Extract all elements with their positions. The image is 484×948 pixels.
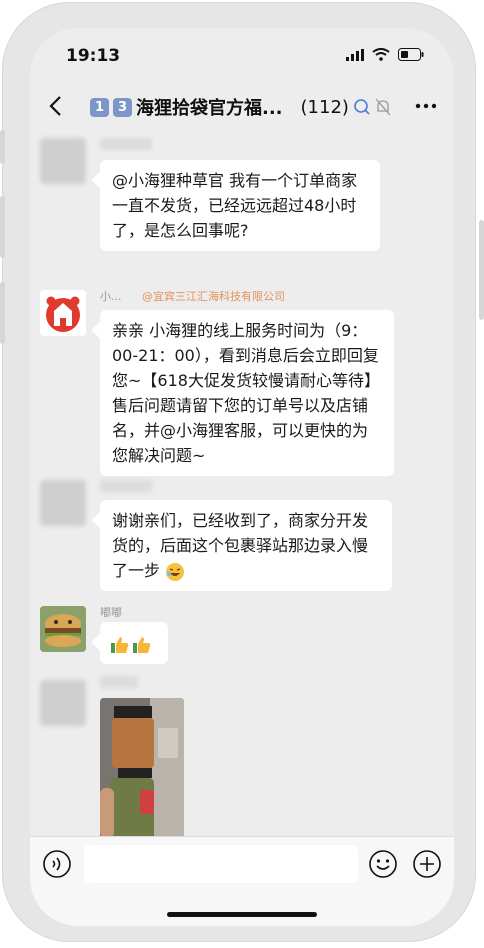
message-item: 嘟嘟: [30, 604, 454, 674]
avatar[interactable]: [40, 480, 86, 526]
signal-icon: [346, 48, 364, 61]
search-chat-icon: [354, 99, 370, 115]
side-button: [0, 196, 5, 258]
laughing-emoji-icon: [166, 562, 185, 581]
home-indicator[interactable]: [167, 912, 317, 917]
side-button: [479, 220, 484, 320]
battery-icon: [398, 48, 424, 61]
thumbs-up-icon: [111, 636, 129, 653]
back-icon[interactable]: [46, 94, 66, 118]
jar-photo-icon: [100, 698, 184, 850]
beaver-logo-icon: [40, 290, 86, 336]
sender-name: 嘟嘟: [100, 606, 122, 619]
message-bubble[interactable]: [100, 622, 168, 664]
burger-avatar-icon: [40, 606, 86, 652]
product-photo[interactable]: [100, 698, 184, 850]
message-input[interactable]: [84, 845, 358, 883]
status-icons: [346, 48, 424, 61]
plus-icon[interactable]: [412, 849, 442, 879]
chat-title[interactable]: 1 3 海狸拾袋官方福... (112): [90, 94, 391, 120]
voice-icon[interactable]: [42, 849, 72, 879]
group-badge-2: 3: [113, 97, 132, 117]
message-bubble[interactable]: @小海狸种草官 我有一个订单商家一直不发货，已经远远超过48小时了，是怎么回事呢…: [100, 160, 380, 251]
message-bubble[interactable]: 谢谢亲们，已经收到了，商家分开发货的，后面这个包裹驿站那边录入慢了一步: [100, 500, 392, 591]
emoji-icon[interactable]: [368, 849, 398, 879]
message-text: 谢谢亲们，已经收到了，商家分开发货的，后面这个包裹驿站那边录入慢了一步: [112, 511, 369, 580]
status-bar: 19:13: [30, 28, 454, 86]
group-badge-1: 1: [90, 97, 109, 117]
side-button: [0, 282, 5, 344]
member-count: (112): [300, 96, 349, 118]
more-icon[interactable]: [412, 96, 440, 116]
sender-name: [100, 676, 138, 688]
sender-name: [100, 480, 152, 492]
message-item: 谢谢亲们，已经收到了，商家分开发货的，后面这个包裹驿站那边录入慢了一步: [30, 480, 454, 591]
sender-org: @宜宾三江汇海科技有限公司: [142, 290, 285, 303]
phone-screen: 19:13 1 3 海狸拾袋官方福... (112) @小海狸种草官 我有一个订…: [30, 28, 454, 926]
side-button: [0, 130, 5, 164]
sender-name: 小...: [100, 290, 122, 303]
avatar[interactable]: [40, 290, 86, 336]
group-name: 海狸拾袋官方福...: [136, 98, 283, 119]
status-time: 19:13: [66, 46, 121, 66]
wifi-icon: [372, 48, 390, 61]
nav-bar: 1 3 海狸拾袋官方福... (112): [30, 86, 454, 128]
message-item: [30, 676, 454, 856]
avatar[interactable]: [40, 606, 86, 652]
message-item: 小... @宜宾三江汇海科技有限公司 亲亲 小海狸的线上服务时间为（9：00-2…: [30, 288, 454, 478]
message-bubble[interactable]: 亲亲 小海狸的线上服务时间为（9：00-21：00），看到消息后会立即回复您~【…: [100, 310, 394, 476]
avatar[interactable]: [40, 680, 86, 726]
chat-area[interactable]: @小海狸种草官 我有一个订单商家一直不发货，已经远远超过48小时了，是怎么回事呢…: [30, 128, 454, 850]
sender-name: [100, 138, 152, 150]
thumbs-up-icon: [133, 636, 151, 653]
mute-bell-icon: [375, 98, 391, 116]
message-item: @小海狸种草官 我有一个订单商家一直不发货，已经远远超过48小时了，是怎么回事呢…: [30, 138, 454, 278]
avatar[interactable]: [40, 138, 86, 184]
